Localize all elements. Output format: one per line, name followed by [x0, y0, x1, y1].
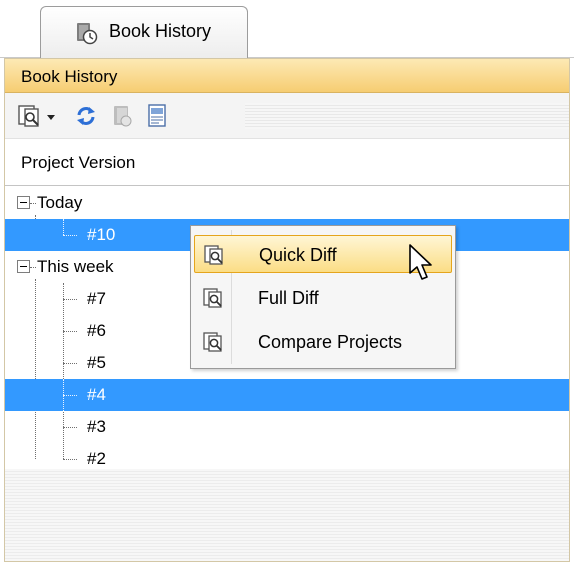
tree-guide — [63, 459, 77, 460]
tree-guide — [63, 235, 77, 236]
tab-label: Book History — [109, 21, 212, 41]
menu-item-label: Quick Diff — [259, 245, 337, 265]
column-header-label: Project Version — [21, 153, 136, 172]
tree-group-today[interactable]: Today — [5, 187, 569, 219]
tree-guide — [63, 219, 64, 235]
tree-guide — [63, 395, 77, 396]
mouse-pointer-icon — [409, 244, 432, 280]
diff-icon — [203, 288, 222, 308]
empty-area — [5, 469, 569, 561]
column-header[interactable]: Project Version — [5, 140, 569, 186]
menu-item-compare-projects[interactable]: Compare Projects — [194, 323, 452, 361]
report-icon[interactable] — [145, 103, 171, 129]
panel-title: Book History — [21, 67, 118, 86]
panel-title-bar: Book History — [5, 59, 569, 93]
diff-icon — [204, 245, 223, 265]
tree-guide — [63, 363, 77, 364]
collapse-icon[interactable] — [17, 260, 30, 273]
menu-item-label: Full Diff — [258, 288, 319, 308]
menu-item-full-diff[interactable]: Full Diff — [194, 279, 452, 317]
tree-item-label: #5 — [87, 353, 106, 372]
tree-item-label: #3 — [87, 417, 106, 436]
tree-item-label: #2 — [87, 449, 106, 468]
tree-guide — [63, 427, 77, 428]
tree-item-label: #4 — [87, 385, 106, 404]
menu-item-label: Compare Projects — [258, 332, 403, 352]
tree-item-label: #7 — [87, 289, 106, 308]
diff-icon — [203, 332, 222, 352]
tab-strip: Book History — [0, 0, 574, 58]
tree-item-label: #10 — [87, 225, 116, 244]
toolbar-gripper — [245, 103, 569, 129]
tree-guide — [63, 331, 77, 332]
diff-icon — [18, 105, 39, 127]
tab-book-history[interactable]: Book History — [40, 6, 248, 58]
refresh-icon[interactable] — [73, 103, 99, 129]
tree-guide — [30, 267, 36, 268]
collapse-icon[interactable] — [17, 196, 30, 209]
tree-item-4[interactable]: #4 — [5, 379, 569, 411]
tree-guide — [30, 203, 36, 204]
tree-guide — [63, 299, 77, 300]
chevron-down-icon — [47, 115, 55, 120]
tree-item-3[interactable]: #3 — [5, 411, 569, 443]
book-icon[interactable] — [109, 103, 135, 129]
toolbar — [5, 93, 569, 139]
tree-group-label: Today — [37, 193, 83, 212]
tree-group-label: This week — [37, 257, 114, 276]
tree-item-label: #6 — [87, 321, 106, 340]
book-history-icon — [77, 23, 98, 45]
diff-dropdown-button[interactable] — [17, 103, 61, 129]
